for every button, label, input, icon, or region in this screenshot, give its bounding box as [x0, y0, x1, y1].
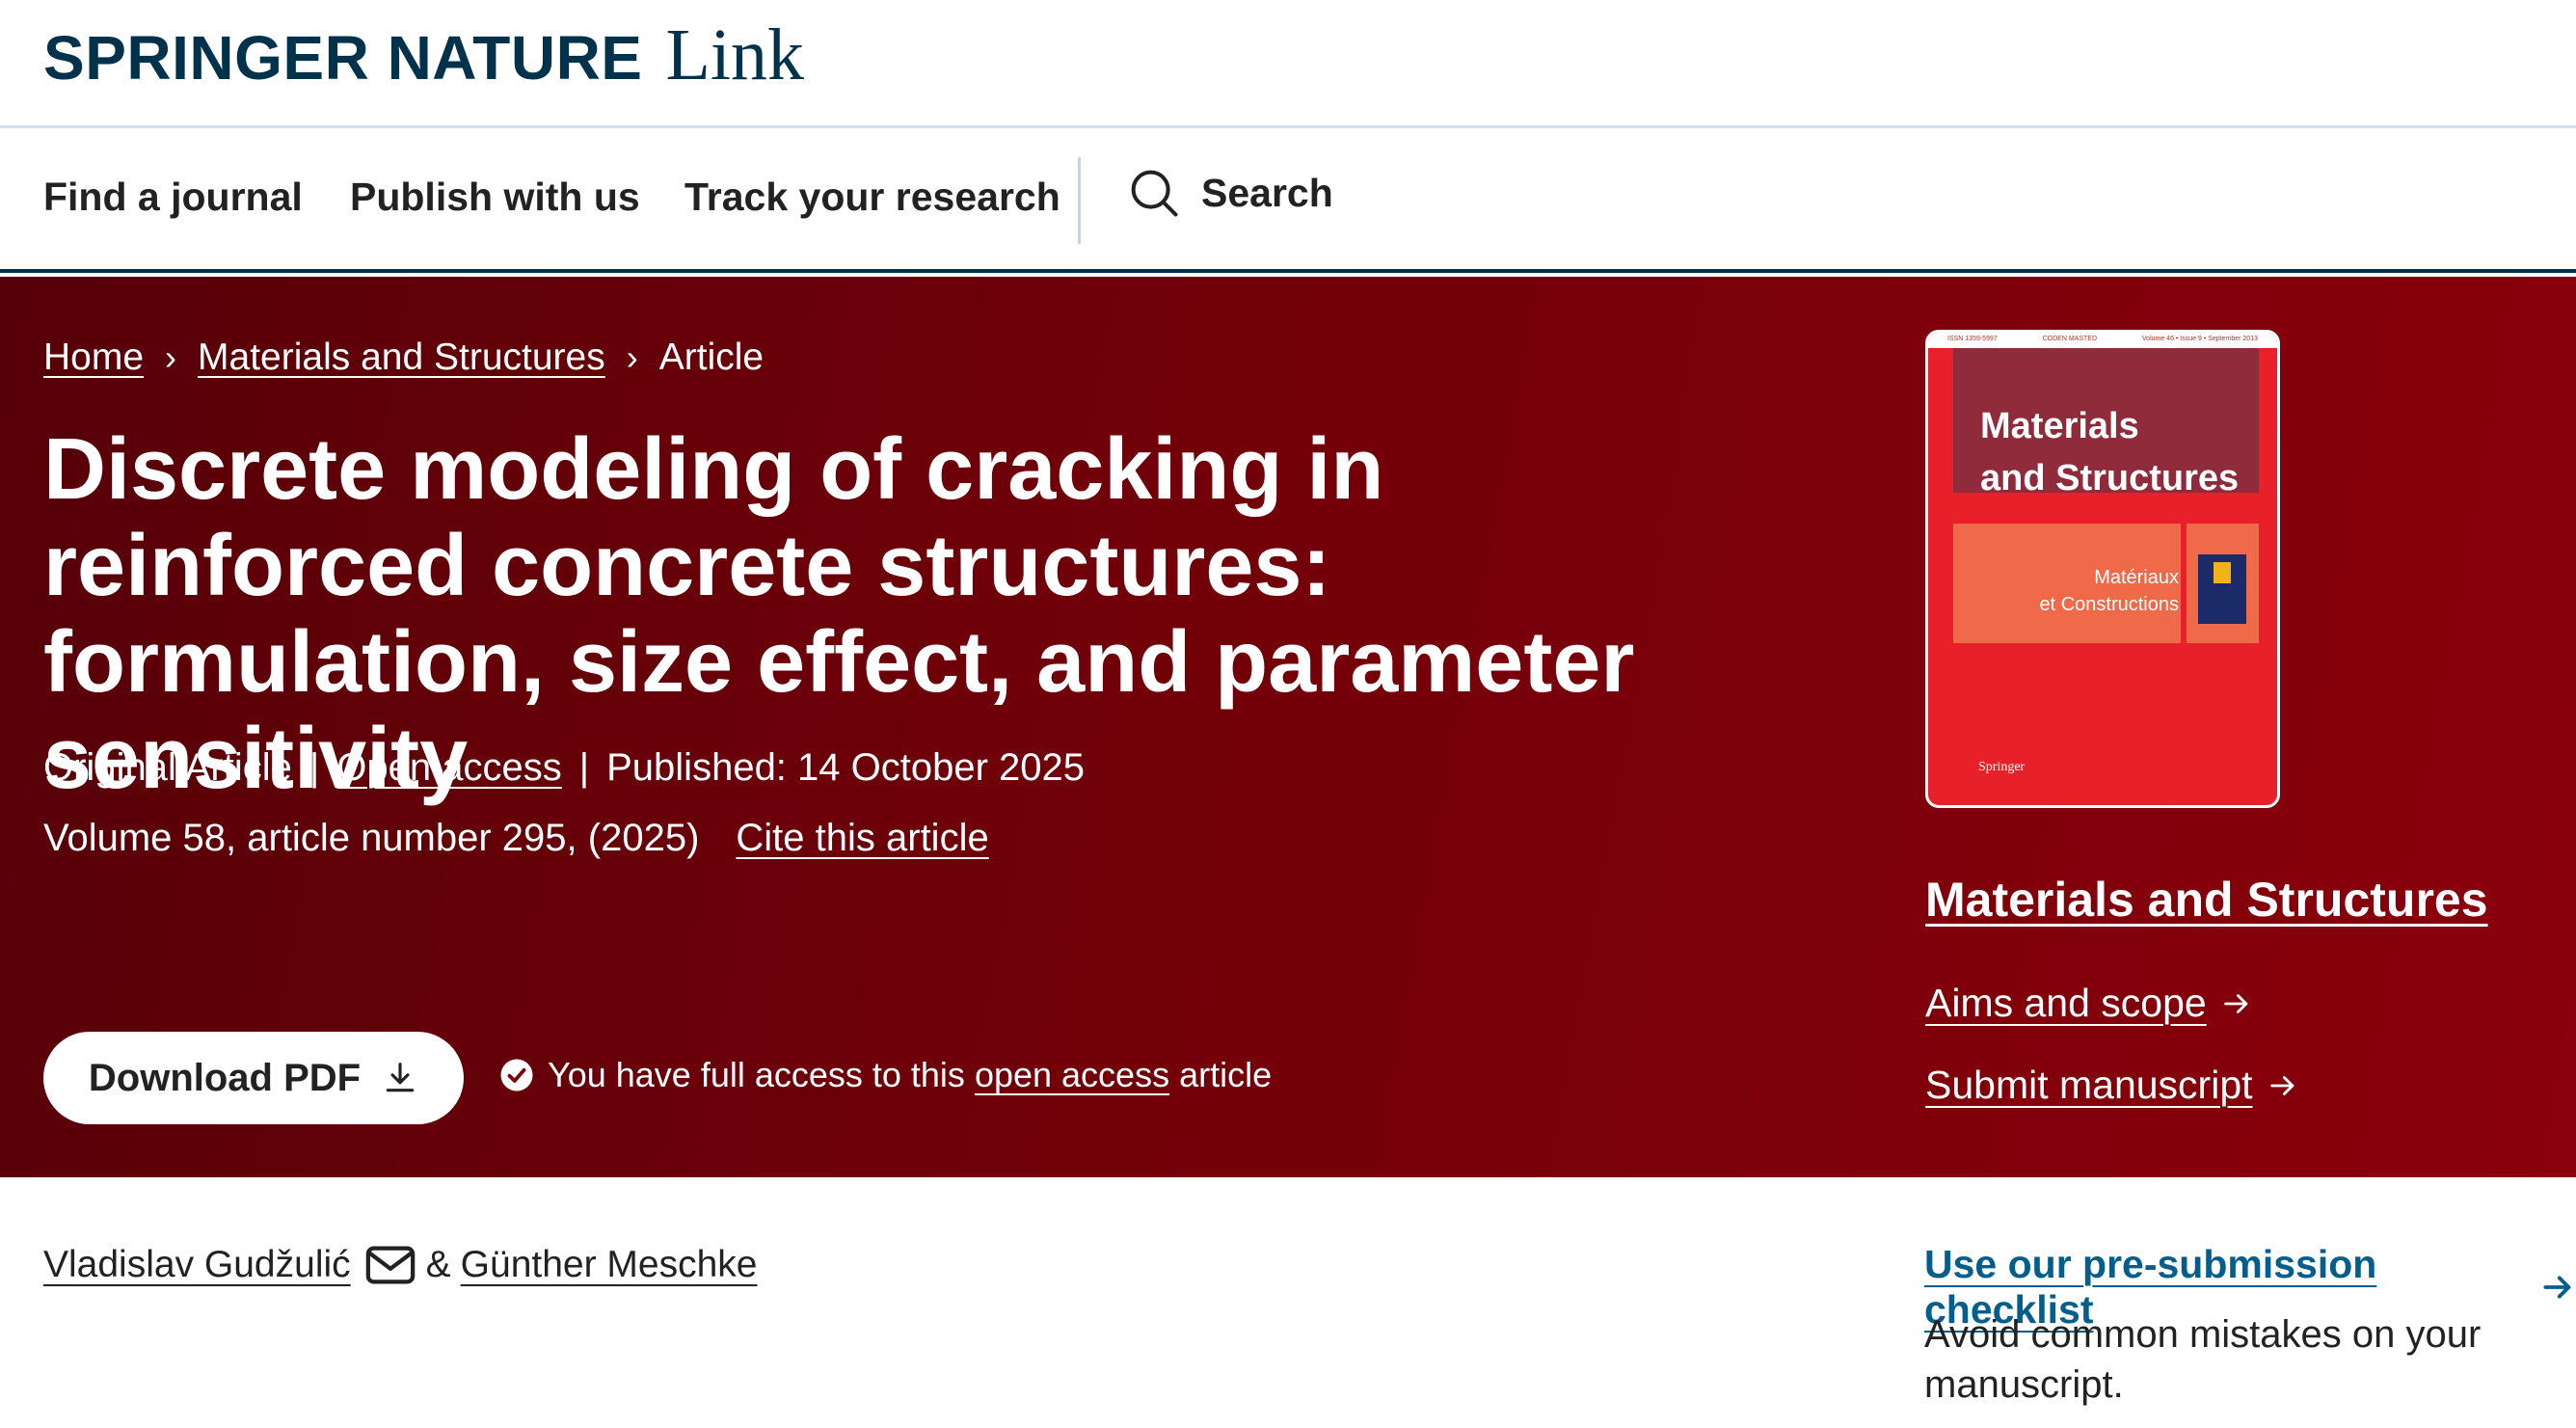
published-date: Published: 14 October 2025 — [606, 746, 1086, 789]
nav-track-research[interactable]: Track your research — [684, 175, 1060, 220]
cover-issn: ISSN 1359-5997 — [1947, 336, 1998, 342]
submit-manuscript-label: Submit manuscript — [1925, 1063, 2253, 1107]
aims-and-scope-link[interactable]: Aims and scope — [1925, 981, 2253, 1026]
checklist-description: Avoid common mistakes on your manuscript… — [1924, 1313, 2482, 1406]
meta-divider: | — [309, 746, 320, 789]
author-list: Vladislav Gudžulić & Günther Meschke — [43, 1244, 757, 1286]
brand-product: Link — [665, 14, 805, 95]
submit-manuscript-link[interactable]: Submit manuscript — [1925, 1063, 2299, 1108]
rilem-logo-icon — [2198, 554, 2246, 624]
download-icon — [386, 1063, 415, 1092]
nav-find-journal[interactable]: Find a journal — [43, 175, 303, 220]
brand-name: SPRINGER NATURE — [43, 23, 643, 93]
volume-info: Volume 58, article number 295, (2025) — [43, 817, 700, 859]
article-type: Original Article — [43, 746, 292, 789]
cover-subtitle-line1: Matériaux — [2094, 567, 2179, 588]
breadcrumb: Home › Materials and Structures › Articl… — [43, 337, 764, 379]
nav-divider — [1078, 157, 1081, 244]
cover-coden: CODEN MASTED — [2042, 336, 2098, 342]
cite-article-link[interactable]: Cite this article — [736, 817, 988, 860]
access-note-open-access-link[interactable]: open access — [975, 1055, 1169, 1095]
cover-title-line2: and Structures — [1980, 458, 2240, 498]
access-note-suffix: article — [1179, 1055, 1273, 1094]
access-note-prefix: You have full access to this — [548, 1055, 965, 1094]
article-meta: Original Article | Open access | Publish… — [43, 746, 1085, 790]
main-nav: Find a journal Publish with us Track you… — [0, 128, 2576, 273]
download-pdf-label: Download PDF — [88, 1056, 362, 1099]
cover-publisher: Springer — [1978, 760, 2026, 774]
arrow-right-icon — [2223, 993, 2248, 1013]
check-circle-icon — [500, 1059, 533, 1091]
journal-cover-image[interactable]: ISSN 1359-5997 CODEN MASTED Volume 46 • … — [1925, 330, 2280, 808]
article-citation-meta: Volume 58, article number 295, (2025) Ci… — [43, 817, 989, 860]
cover-subtitle-line2: et Constructions — [2039, 594, 2179, 615]
meta-divider: | — [578, 746, 590, 789]
search-label: Search — [1201, 170, 1333, 215]
arrow-right-icon — [2269, 1075, 2294, 1095]
aims-and-scope-label: Aims and scope — [1925, 981, 2207, 1025]
springer-nature-link-logo[interactable]: SPRINGER NATURE Link — [43, 13, 804, 97]
author-separator: & — [425, 1244, 451, 1285]
open-access-link[interactable]: Open access — [336, 746, 561, 790]
article-hero: Home › Materials and Structures › Articl… — [0, 277, 2576, 1177]
cover-volume: Volume 46 • Issue 9 • September 2013 — [2141, 336, 2258, 342]
cover-header: ISSN 1359-5997 CODEN MASTED Volume 46 • … — [1928, 333, 2277, 348]
access-note: You have full access to this open access… — [499, 1055, 1272, 1095]
search-icon — [1131, 170, 1178, 217]
download-pdf-button[interactable]: Download PDF — [43, 1032, 464, 1124]
cover-title-line1: Materials — [1980, 406, 2139, 446]
breadcrumb-journal[interactable]: Materials and Structures — [198, 337, 605, 379]
mail-icon[interactable] — [364, 1244, 416, 1286]
author-link[interactable]: Vladislav Gudžulić — [43, 1244, 351, 1286]
brand-bar: SPRINGER NATURE Link — [0, 0, 2576, 128]
breadcrumb-home[interactable]: Home — [43, 337, 144, 379]
chevron-right-icon: › — [165, 337, 177, 377]
search-button[interactable]: Search — [1128, 167, 1333, 219]
breadcrumb-current: Article — [658, 337, 765, 378]
journal-name-link[interactable]: Materials and Structures — [1925, 872, 2488, 928]
cover-subtitle: Matériaux et Constructions — [1986, 564, 2179, 618]
chevron-right-icon: › — [626, 337, 638, 377]
author-link[interactable]: Günther Meschke — [461, 1244, 758, 1286]
arrow-right-icon — [2543, 1276, 2570, 1299]
cover-title: Materials and Structures — [1980, 400, 2239, 504]
nav-publish-with-us[interactable]: Publish with us — [350, 175, 640, 220]
